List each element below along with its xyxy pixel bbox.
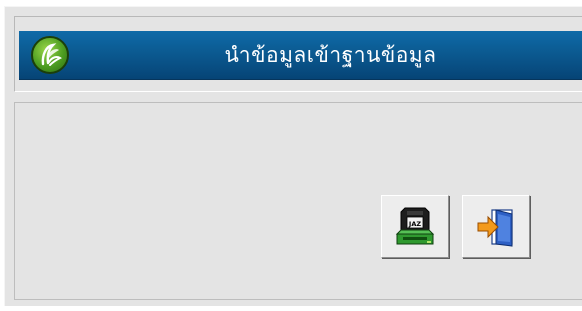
- exit-door-icon: [477, 208, 513, 247]
- svg-text:JAZ: JAZ: [408, 220, 421, 228]
- title-bar: นำข้อมูลเข้าฐานข้อมูล: [19, 31, 582, 80]
- leaf-logo-icon: [31, 36, 69, 74]
- import-data-button[interactable]: JAZ: [381, 195, 449, 258]
- window-title: นำข้อมูลเข้าฐานข้อมูล: [224, 42, 437, 67]
- jaz-drive-icon: JAZ: [395, 207, 435, 244]
- exit-button[interactable]: [462, 195, 530, 258]
